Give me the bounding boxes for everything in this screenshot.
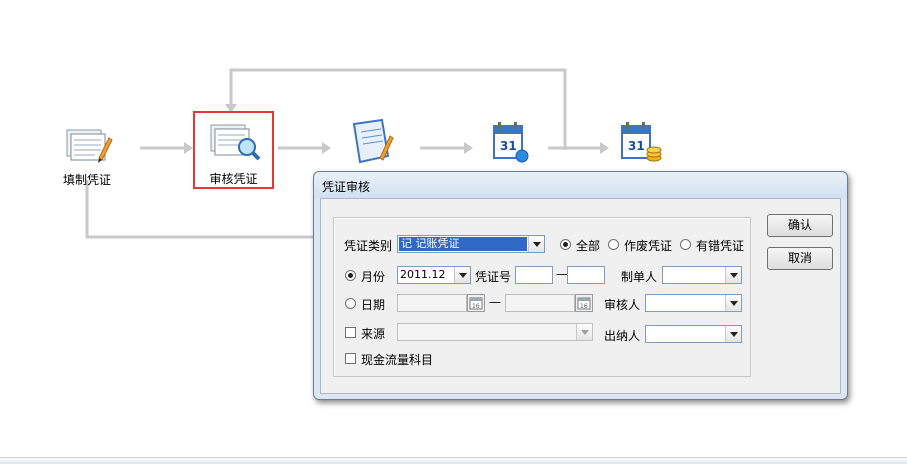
date-from-input[interactable] (397, 294, 467, 312)
auditor-label: 审核人 (604, 298, 641, 312)
calendar-money-icon: 31 (621, 122, 662, 162)
scope-error-radio[interactable] (680, 239, 691, 250)
dialog-title: 凭证审核 (322, 180, 371, 194)
month-radio[interactable] (345, 270, 356, 281)
workflow-node-3[interactable] (338, 118, 402, 173)
chevron-down-icon[interactable] (454, 267, 470, 283)
voucher-audit-icon (210, 124, 260, 161)
maker-label: 制单人 (621, 270, 658, 284)
workflow-node-4[interactable]: 31 (480, 118, 540, 173)
date-label: 日期 (361, 298, 386, 312)
cashflow-checkbox[interactable] (345, 353, 356, 364)
scope-error-label: 有错凭证 (696, 239, 745, 253)
dialog-titlebar[interactable]: 凭证审核 (314, 172, 847, 198)
calendar-picker-icon[interactable]: 16 (575, 294, 593, 312)
svg-text:31: 31 (628, 139, 645, 153)
scope-all-label: 全部 (576, 239, 601, 253)
source-checkbox[interactable] (345, 327, 356, 338)
cashflow-label: 现金流量科目 (361, 353, 434, 367)
workflow-node-audit-voucher[interactable]: 审核凭证 (193, 111, 274, 189)
calendar-picker-icon[interactable]: 16 (467, 294, 485, 312)
scope-void-label: 作废凭证 (624, 239, 673, 253)
date-to-input[interactable] (505, 294, 575, 312)
cashier-label: 出纳人 (604, 329, 641, 343)
workflow-node-label: 审核凭证 (209, 172, 258, 186)
voucher-type-select[interactable]: 记 记账凭证 (397, 235, 545, 253)
dialog-client-area: 凭证类别 记 记账凭证 全部 作废凭证 有错凭证 月份 2011.12 凭证号 … (320, 198, 841, 394)
auditor-select[interactable] (645, 294, 742, 312)
voucher-type-label: 凭证类别 (344, 239, 393, 253)
status-strip (0, 457, 907, 464)
scope-all-radio[interactable] (560, 239, 571, 250)
svg-text:16: 16 (472, 303, 480, 310)
maker-select[interactable] (662, 266, 742, 284)
workflow-node-5[interactable]: 31 (610, 118, 670, 173)
chevron-down-icon[interactable] (528, 236, 544, 252)
voucher-audit-dialog: 凭证审核 凭证类别 记 记账凭证 全部 作废凭证 有错凭证 月份 2011.12… (313, 171, 848, 400)
date-range-dash: — (489, 295, 501, 309)
cancel-button[interactable]: 取消 (767, 247, 833, 270)
svg-text:31: 31 (500, 139, 517, 153)
chevron-down-icon[interactable] (725, 267, 741, 283)
cashier-select[interactable] (645, 325, 742, 343)
month-value: 2011.12 (400, 268, 446, 281)
voucher-type-value: 记 记账凭证 (399, 237, 527, 251)
month-select[interactable]: 2011.12 (397, 266, 471, 284)
voucher-no-from-input[interactable] (515, 266, 553, 284)
chevron-down-icon[interactable] (576, 324, 592, 340)
workflow-node-fill-voucher[interactable]: 填制凭证 (52, 124, 122, 188)
voucher-entry-icon (66, 129, 113, 163)
source-select[interactable] (397, 323, 593, 341)
voucher-no-label: 凭证号 (475, 270, 512, 284)
voucher-post-icon (352, 118, 394, 164)
date-radio[interactable] (345, 298, 356, 309)
confirm-button[interactable]: 确认 (767, 214, 833, 237)
svg-text:16: 16 (580, 303, 588, 310)
source-label: 来源 (361, 327, 386, 341)
scope-void-radio[interactable] (608, 239, 619, 250)
chevron-down-icon[interactable] (725, 295, 741, 311)
workflow-node-label: 填制凭证 (62, 173, 111, 187)
filter-groupbox: 凭证类别 记 记账凭证 全部 作废凭证 有错凭证 月份 2011.12 凭证号 … (333, 217, 751, 377)
chevron-down-icon[interactable] (725, 326, 741, 342)
month-label: 月份 (361, 270, 386, 284)
calendar-icon: 31 (493, 122, 529, 163)
voucher-no-to-input[interactable] (567, 266, 605, 284)
